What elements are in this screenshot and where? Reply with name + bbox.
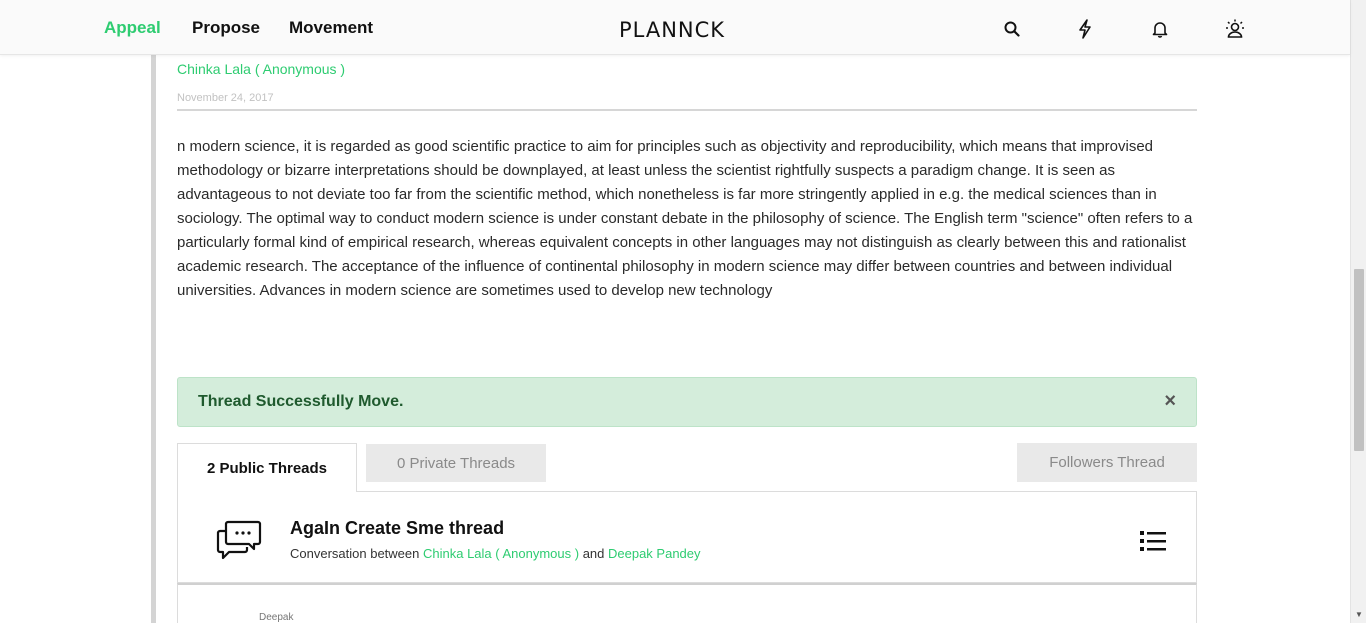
- bell-icon[interactable]: [1149, 18, 1171, 40]
- post-body: n modern science, it is regarded as good…: [177, 138, 1193, 299]
- scrollbar-thumb[interactable]: [1354, 269, 1364, 451]
- post-divider: [177, 109, 1197, 111]
- content-left-rail: [151, 55, 156, 623]
- nav-link-appeal[interactable]: Appeal: [104, 18, 161, 38]
- thread-title[interactable]: AgaIn Create Sme thread: [290, 518, 504, 539]
- thread-participants: Conversation between Chinka Lala ( Anony…: [290, 546, 701, 561]
- nav-link-movement[interactable]: Movement: [289, 18, 373, 38]
- tab-public-threads[interactable]: 2 Public Threads: [177, 443, 357, 492]
- tab-private-threads[interactable]: 0 Private Threads: [366, 444, 546, 482]
- lightning-icon[interactable]: [1074, 18, 1096, 40]
- chat-bubbles-icon: [216, 520, 262, 565]
- profile-icon[interactable]: [1224, 18, 1246, 40]
- list-menu-icon[interactable]: [1140, 530, 1166, 557]
- site-logo[interactable]: PLANNCK: [619, 18, 725, 42]
- reply-author: Deepak: [259, 612, 294, 623]
- participant-link-a[interactable]: Chinka Lala ( Anonymous ): [423, 546, 579, 561]
- tab-followers-thread[interactable]: Followers Thread: [1017, 443, 1197, 482]
- top-navbar: Appeal Propose Movement PLANNCK: [0, 0, 1350, 55]
- nav-link-propose[interactable]: Propose: [192, 18, 260, 38]
- scroll-down-arrow-icon[interactable]: ▼: [1355, 610, 1363, 619]
- post-author[interactable]: Chinka Lala ( Anonymous ): [177, 61, 345, 77]
- participant-link-b[interactable]: Deepak Pandey: [608, 546, 701, 561]
- thread-card[interactable]: AgaIn Create Sme thread Conversation bet…: [177, 491, 1197, 583]
- search-icon[interactable]: [1001, 18, 1023, 40]
- post-date: November 24, 2017: [177, 92, 274, 104]
- close-icon[interactable]: ×: [1164, 391, 1176, 411]
- thread-sub-prefix: Conversation between: [290, 546, 423, 561]
- thread-sub-and: and: [579, 546, 608, 561]
- alert-message: Thread Successfully Move.: [198, 393, 404, 410]
- page-scrollbar[interactable]: ▼: [1350, 0, 1366, 623]
- reply-item: Deepak: [177, 583, 1197, 623]
- success-alert: Thread Successfully Move. ×: [177, 377, 1197, 427]
